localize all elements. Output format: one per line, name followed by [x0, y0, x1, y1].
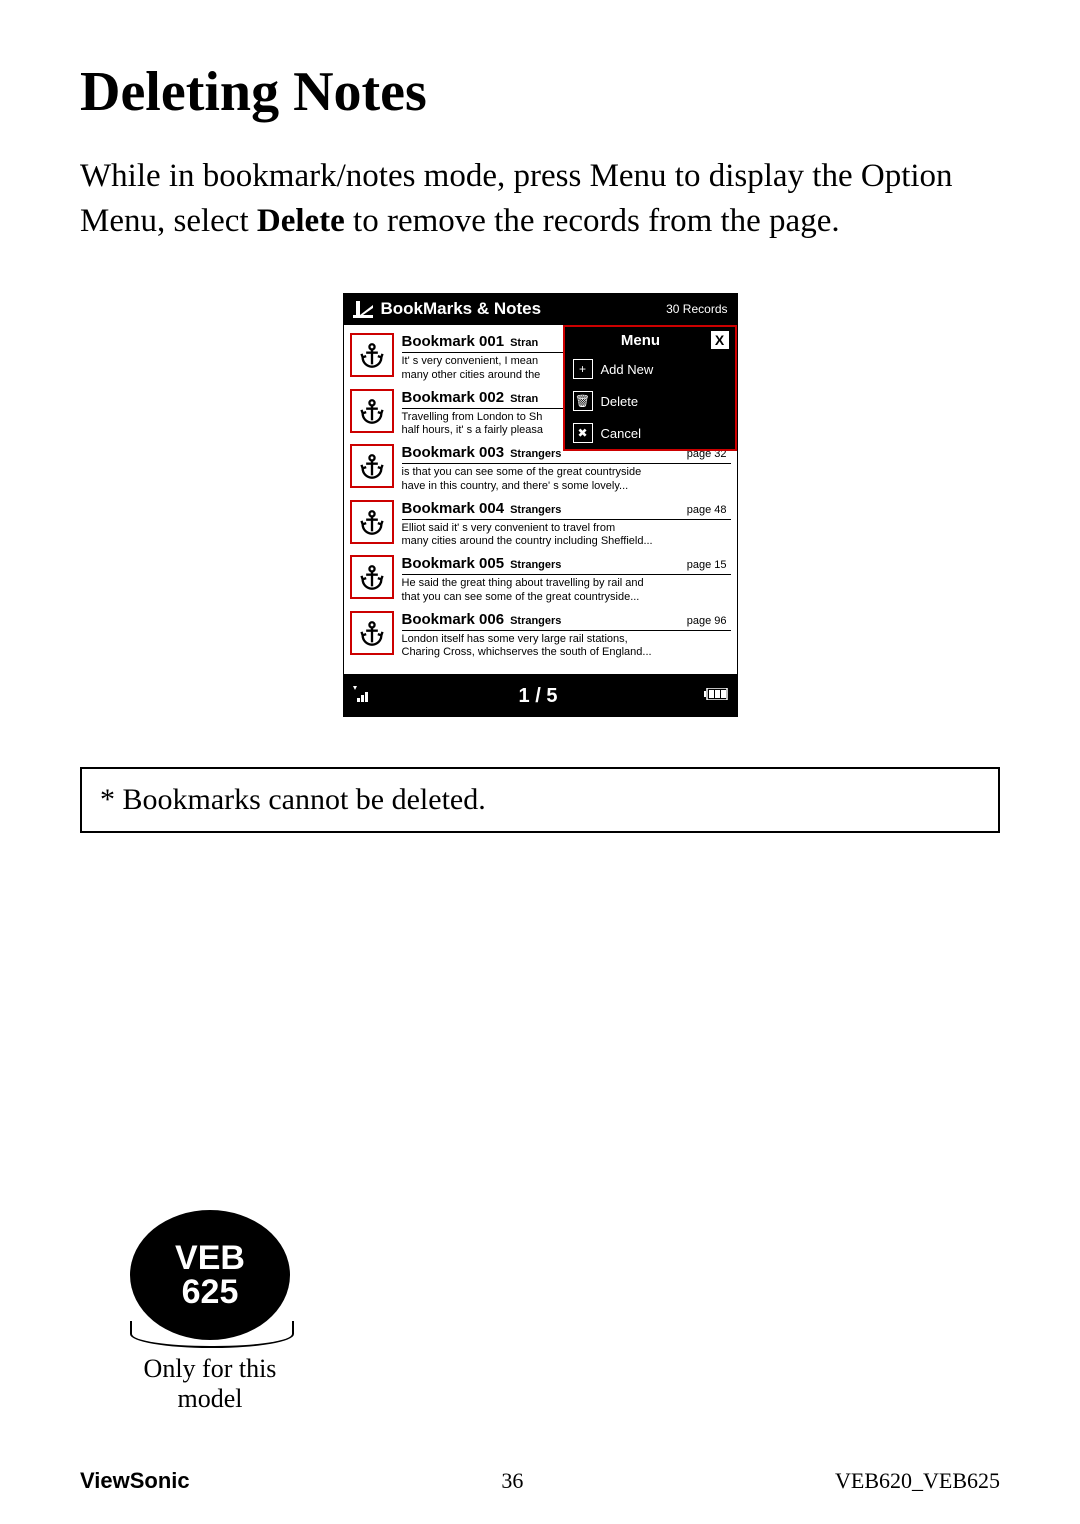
- bookmark-source: Stran: [510, 337, 538, 349]
- bookmark-source: Strangers: [510, 559, 561, 571]
- menu-item-label: Cancel: [601, 426, 641, 441]
- list-item[interactable]: Bookmark 004 Strangers page 48 Elliot said …: [350, 500, 731, 550]
- bookmark-title: Bookmark 005: [402, 555, 505, 572]
- bookmark-preview: London itself has some very large rail s…: [402, 633, 731, 661]
- list-item[interactable]: Bookmark 005 Strangers page 15 He said the …: [350, 555, 731, 605]
- bookmark-preview: He said the great thing about travelling…: [402, 577, 731, 605]
- bookmark-source: Stran: [510, 393, 538, 405]
- page-title: Deleting Notes: [80, 60, 1000, 124]
- model-line-2: 625: [182, 1275, 239, 1309]
- body-paragraph: While in bookmark/notes mode, press Menu…: [80, 154, 1000, 243]
- bookmark-page: page 48: [687, 504, 731, 516]
- menu-item-cancel[interactable]: ✖ Cancel: [565, 417, 735, 449]
- bookmark-title: Bookmark 004: [402, 500, 505, 517]
- bookmark-title: Bookmark 003: [402, 444, 505, 461]
- device-screenshot: BookMarks & Notes 30 Records Bookmark 00…: [343, 293, 738, 717]
- bookmark-page: page 96: [687, 615, 731, 627]
- close-icon[interactable]: X: [711, 331, 729, 349]
- anchor-icon: [350, 333, 394, 377]
- model-line-1: VEB: [175, 1241, 245, 1275]
- bookmarks-header-icon: [353, 299, 373, 319]
- menu-item-label: Add New: [601, 362, 654, 377]
- bookmark-preview: is that you can see some of the great co…: [402, 466, 731, 494]
- anchor-icon: [350, 444, 394, 488]
- model-badge: VEB 625 Only for this model: [110, 1210, 310, 1414]
- list-item[interactable]: Bookmark 006 Strangers page 96 London itsel…: [350, 611, 731, 661]
- footer-brand: ViewSonic: [80, 1468, 190, 1494]
- bookmark-source: Strangers: [510, 615, 561, 627]
- anchor-icon: [350, 389, 394, 433]
- anchor-icon: [350, 611, 394, 655]
- footer-page-number: 36: [190, 1468, 835, 1494]
- notice-text: * Bookmarks cannot be deleted.: [100, 783, 486, 816]
- body-text-bold: Delete: [257, 203, 345, 239]
- menu-item-add-new[interactable]: + Add New: [565, 353, 735, 385]
- bookmark-source: Strangers: [510, 504, 561, 516]
- menu-item-delete-icon: 🗑: [573, 391, 593, 411]
- body-text-after: to remove the records from the page.: [345, 203, 840, 239]
- option-menu-popup: Menu X + Add New 🗑 Delete ✖ Cancel: [563, 325, 737, 451]
- bookmark-title: Bookmark 002: [402, 389, 505, 406]
- footer-model-code: VEB620_VEB625: [835, 1468, 1000, 1494]
- model-caption: Only for this model: [110, 1354, 310, 1414]
- anchor-icon: [350, 555, 394, 599]
- list-item[interactable]: Bookmark 003Strangerspage 32is that you …: [350, 444, 731, 494]
- menu-item-cancel-icon: ✖: [573, 423, 593, 443]
- bookmark-page: page 15: [687, 559, 731, 571]
- anchor-icon: [350, 500, 394, 544]
- signal-icon: [353, 686, 373, 707]
- bookmark-source: Strangers: [510, 448, 561, 460]
- record-count: 30 Records: [666, 302, 727, 316]
- bookmark-preview: Elliot said it' s very convenient to tra…: [402, 522, 731, 550]
- bookmark-title: Bookmark 006: [402, 611, 505, 628]
- bookmark-preview: It' s very convenient, I mean many other…: [402, 355, 562, 383]
- bookmark-preview: Travelling from London to Sh half hours,…: [402, 411, 562, 439]
- screen-title: BookMarks & Notes: [381, 299, 667, 319]
- pager-label: 1 / 5: [373, 685, 704, 708]
- menu-item-label: Delete: [601, 394, 639, 409]
- battery-icon: [704, 687, 728, 705]
- bookmark-title: Bookmark 001: [402, 333, 505, 350]
- menu-title: Menu: [571, 332, 711, 349]
- menu-item-delete[interactable]: 🗑 Delete: [565, 385, 735, 417]
- notice-box: * Bookmarks cannot be deleted.: [80, 767, 1000, 833]
- menu-item-add-new-icon: +: [573, 359, 593, 379]
